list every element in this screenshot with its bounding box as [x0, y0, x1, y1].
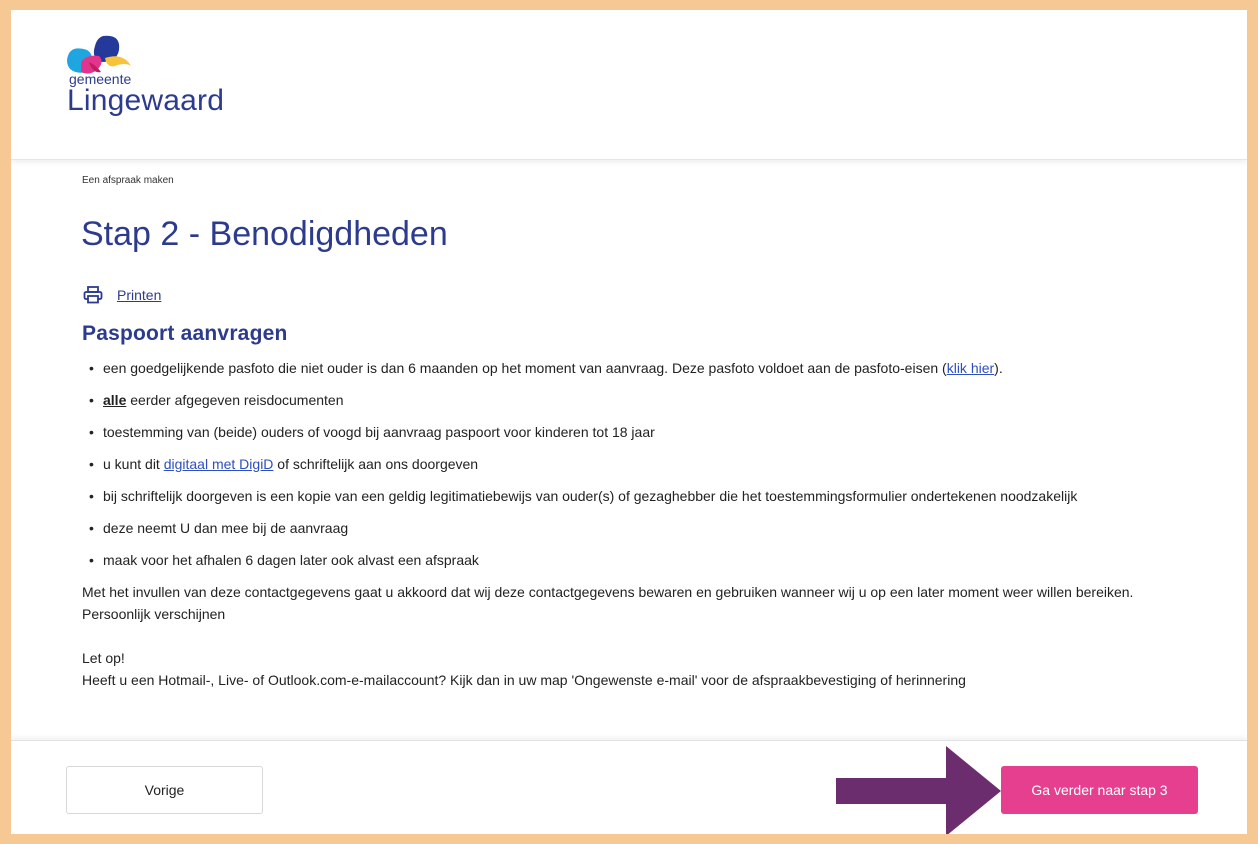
- site-header: gemeente Lingewaard: [11, 10, 1247, 160]
- list-item: bij schriftelijk doorgeven is een kopie …: [89, 480, 1077, 512]
- breadcrumb: Een afspraak maken: [82, 175, 174, 186]
- digid-link[interactable]: digitaal met DigiD: [164, 456, 274, 472]
- footer-bar: Vorige Ga verder naar stap 3: [11, 740, 1247, 834]
- page-title: Stap 2 - Benodigdheden: [81, 215, 448, 253]
- printer-icon: [83, 286, 103, 304]
- list-item: maak voor het afhalen 6 dagen later ook …: [89, 544, 1077, 576]
- arrow-right-icon: [836, 746, 1001, 834]
- list-item-text: ).: [994, 360, 1003, 376]
- pasfoto-eisen-link[interactable]: klik hier: [947, 360, 994, 376]
- list-item-text: een goedgelijkende pasfoto die niet oude…: [103, 360, 947, 376]
- list-item-text: toestemming van (beide) ouders of voogd …: [103, 424, 655, 440]
- notice-title: Let op!: [82, 650, 125, 666]
- list-item-text: eerder afgegeven reisdocumenten: [126, 392, 344, 408]
- butterfly-logo-icon: [67, 35, 131, 74]
- info-paragraph: Met het invullen van deze contactgegeven…: [82, 581, 1192, 691]
- logo[interactable]: [61, 32, 141, 76]
- emphasis-text: alle: [103, 392, 127, 408]
- list-item: een goedgelijkende pasfoto die niet oude…: [89, 352, 1077, 384]
- list-item-text: maak voor het afhalen 6 dagen later ook …: [103, 552, 479, 568]
- list-item: alle eerder afgegeven reisdocumenten: [89, 384, 1077, 416]
- next-step-button[interactable]: Ga verder naar stap 3: [1001, 766, 1198, 814]
- section-title: Paspoort aanvragen: [82, 322, 288, 345]
- list-item: u kunt dit digitaal met DigiD of schrift…: [89, 448, 1077, 480]
- print-action[interactable]: Printen: [83, 286, 161, 304]
- notice-text: Heeft u een Hotmail-, Live- of Outlook.c…: [82, 672, 966, 688]
- requirements-list: een goedgelijkende pasfoto die niet oude…: [89, 352, 1077, 576]
- list-item-text: u kunt dit: [103, 456, 164, 472]
- page-frame: gemeente Lingewaard Een afspraak maken S…: [11, 10, 1247, 834]
- logo-title: Lingewaard: [67, 84, 225, 117]
- print-link[interactable]: Printen: [117, 287, 161, 303]
- list-item-text: bij schriftelijk doorgeven is een kopie …: [103, 488, 1078, 504]
- appearance-text: Persoonlijk verschijnen: [82, 606, 226, 622]
- previous-button[interactable]: Vorige: [66, 766, 263, 814]
- list-item-text: of schriftelijk aan ons doorgeven: [273, 456, 479, 472]
- consent-text: Met het invullen van deze contactgegeven…: [82, 584, 1134, 600]
- list-item: deze neemt U dan mee bij de aanvraag: [89, 512, 1077, 544]
- list-item-text: deze neemt U dan mee bij de aanvraag: [103, 520, 349, 536]
- list-item: toestemming van (beide) ouders of voogd …: [89, 416, 1077, 448]
